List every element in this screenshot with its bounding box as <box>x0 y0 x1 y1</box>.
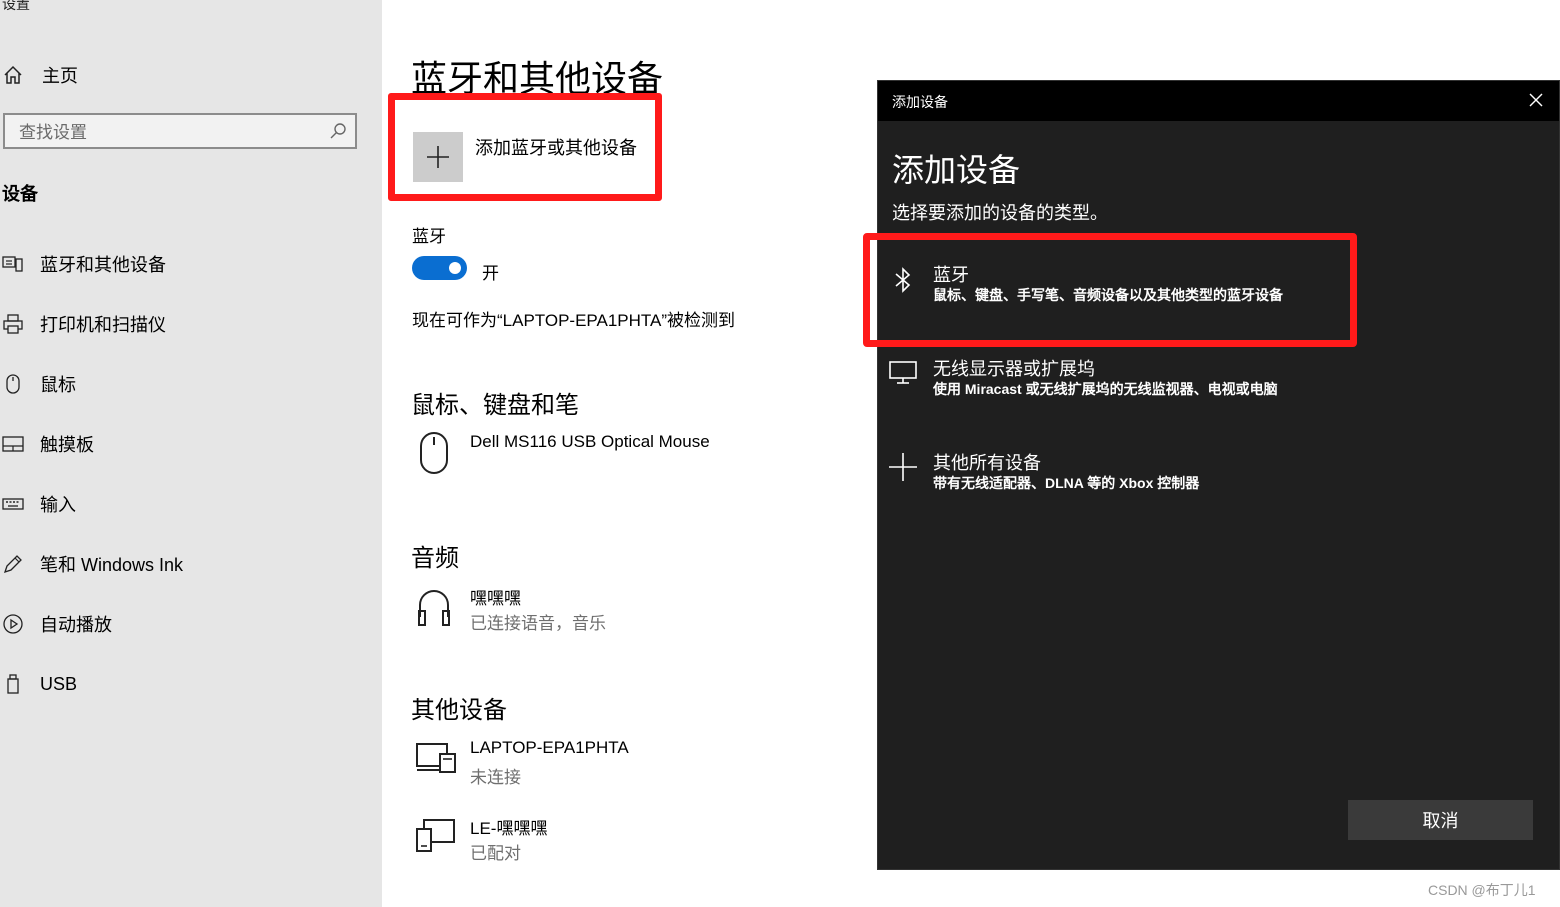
pen-icon <box>3 555 22 574</box>
sidebar-item-pen[interactable]: 笔和 Windows Ink <box>2 549 362 579</box>
usb-icon <box>7 674 19 694</box>
sidebar-item-bluetooth[interactable]: 蓝牙和其他设备 <box>2 249 362 279</box>
sidebar-item-printers[interactable]: 打印机和扫描仪 <box>2 309 362 339</box>
sidebar-item-label: USB <box>40 673 78 694</box>
cancel-button[interactable]: 取消 <box>1348 800 1533 840</box>
device-item-mouse[interactable]: Dell MS116 USB Optical Mouse <box>412 428 832 478</box>
headphones-icon <box>418 590 450 626</box>
bluetooth-state: 开 <box>482 264 499 283</box>
sidebar-item-label: 笔和 Windows Ink <box>40 555 184 575</box>
home-icon <box>4 65 22 84</box>
touchpad-icon <box>2 436 24 452</box>
bluetooth-devices-icon <box>2 256 23 272</box>
plus-icon <box>889 453 917 481</box>
device-name: LE-嘿嘿嘿 <box>470 819 548 838</box>
home-link[interactable]: 主页 <box>2 62 78 88</box>
bluetooth-toggle[interactable] <box>412 256 467 280</box>
option-wireless-display[interactable]: 无线显示器或扩展坞 使用 Miracast 或无线扩展坞的无线监视器、电视或电脑 <box>878 351 1348 421</box>
sidebar-item-mouse[interactable]: 鼠标 <box>2 369 362 399</box>
sidebar-item-label: 打印机和扫描仪 <box>40 315 166 335</box>
sidebar-item-label: 蓝牙和其他设备 <box>40 255 166 275</box>
close-icon[interactable] <box>1527 91 1545 109</box>
search-input[interactable] <box>17 119 321 147</box>
keyboard-icon <box>2 498 24 510</box>
device-name: Dell MS116 USB Optical Mouse <box>470 432 710 451</box>
mouse-icon <box>420 432 448 474</box>
device-status: 未连接 <box>470 768 521 787</box>
discoverable-text: 现在可作为“LAPTOP-EPA1PHTA”被检测到 <box>412 311 736 330</box>
sidebar: 设置 主页 设备 蓝牙和其他设备 打印机和扫描仪 <box>0 0 382 907</box>
sidebar-item-label: 自动播放 <box>40 615 112 635</box>
sidebar-item-usb[interactable]: USB <box>2 669 362 699</box>
section-title: 设备 <box>2 184 38 204</box>
sidebar-item-label: 输入 <box>40 495 76 515</box>
plus-icon <box>427 146 449 168</box>
option-title: 无线显示器或扩展坞 <box>933 359 1095 379</box>
bluetooth-label: 蓝牙 <box>412 227 446 246</box>
device-status: 已连接语音，音乐 <box>470 614 606 633</box>
printer-icon <box>3 314 23 334</box>
group-title-audio: 音频 <box>411 545 459 572</box>
dialog-titlebar[interactable]: 添加设备 <box>878 81 1559 121</box>
device-name: 嘿嘿嘿 <box>470 589 521 608</box>
device-status: 已配对 <box>470 844 521 863</box>
group-title-other: 其他设备 <box>411 697 507 724</box>
option-desc: 使用 Miracast 或无线扩展坞的无线监视器、电视或电脑 <box>933 381 1278 397</box>
device-name: LAPTOP-EPA1PHTA <box>470 738 629 757</box>
dialog-heading: 添加设备 <box>892 152 1021 188</box>
device-item-le[interactable]: LE-嘿嘿嘿 已配对 <box>412 812 832 864</box>
search-icon[interactable] <box>329 122 347 140</box>
sidebar-item-typing[interactable]: 输入 <box>2 489 362 519</box>
monitor-icon <box>889 361 917 384</box>
device-item-laptop[interactable]: LAPTOP-EPA1PHTA 未连接 <box>412 736 832 788</box>
sidebar-item-label: 触摸板 <box>40 435 94 455</box>
dialog-subtitle: 选择要添加的设备的类型。 <box>892 203 1108 223</box>
watermark: CSDN @布丁儿1 <box>1428 882 1536 898</box>
dialog-titlebar-text: 添加设备 <box>892 94 948 110</box>
option-title: 其他所有设备 <box>933 453 1041 473</box>
phone-device-icon <box>416 819 455 852</box>
group-title-mouse-keyboard: 鼠标、键盘和笔 <box>411 392 579 419</box>
add-device-dialog: 添加设备 添加设备 选择要添加的设备的类型。 蓝牙 鼠标、键盘、手写笔、音频设备… <box>877 80 1560 870</box>
toggle-knob <box>449 262 461 274</box>
mouse-icon <box>6 374 20 394</box>
search-box[interactable] <box>3 113 357 149</box>
sidebar-item-touchpad[interactable]: 触摸板 <box>2 429 362 459</box>
add-device-button[interactable] <box>413 132 463 182</box>
autoplay-icon <box>3 614 23 634</box>
computer-icon <box>416 743 456 773</box>
sidebar-item-label: 鼠标 <box>40 375 76 395</box>
app-title: 设置 <box>2 0 30 12</box>
option-everything-else[interactable]: 其他所有设备 带有无线适配器、DLNA 等的 Xbox 控制器 <box>878 445 1348 515</box>
highlight-box-bluetooth <box>863 233 1357 347</box>
home-label: 主页 <box>42 66 78 86</box>
option-desc: 带有无线适配器、DLNA 等的 Xbox 控制器 <box>933 475 1200 491</box>
sidebar-item-autoplay[interactable]: 自动播放 <box>2 609 362 639</box>
add-device-label[interactable]: 添加蓝牙或其他设备 <box>475 134 637 160</box>
device-item-headphones[interactable]: 嘿嘿嘿 已连接语音，音乐 <box>412 582 832 634</box>
